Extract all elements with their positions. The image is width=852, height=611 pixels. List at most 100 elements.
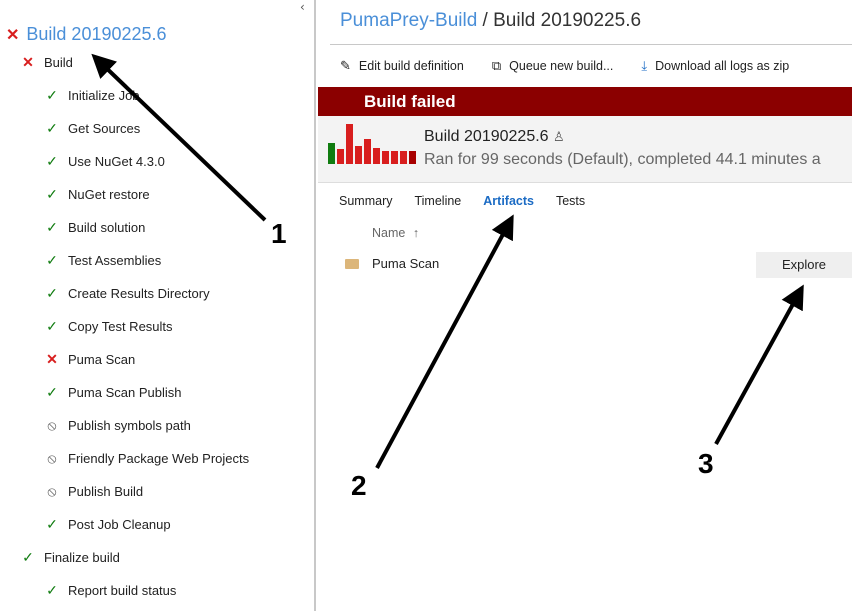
history-bar[interactable]	[373, 148, 380, 164]
tree-node[interactable]: ✓ Initialize Job	[44, 87, 140, 104]
tree-node[interactable]: ✓ Post Job Cleanup	[44, 516, 171, 533]
failed-icon: ✕	[46, 351, 58, 367]
check-icon: ✓	[46, 186, 58, 202]
tree-node[interactable]: ✓ Copy Test Results	[44, 318, 173, 335]
build-summary-header: Build 20190225.6 ♙ Ran for 99 seconds (D…	[318, 116, 852, 183]
tree-node-label: Copy Test Results	[68, 319, 173, 334]
collapse-panel-icon[interactable]: ‹	[300, 0, 305, 14]
check-icon: ✓	[46, 219, 58, 235]
history-bar[interactable]	[337, 149, 344, 164]
header-divider	[330, 44, 852, 45]
build-subtitle: Ran for 99 seconds (Default), completed …	[424, 151, 821, 168]
breadcrumb: PumaPrey-Build / Build 20190225.6	[340, 10, 641, 32]
history-bar[interactable]	[409, 151, 416, 164]
tab-summary[interactable]: Summary	[339, 194, 392, 208]
tab-tests[interactable]: Tests	[556, 194, 585, 208]
build-tree-panel: ‹ ✕ Build 20190225.6 ✕ Build ✓ Initialize J…	[0, 0, 316, 611]
queue-new-build-button[interactable]: ⧉ Queue new build...	[492, 58, 614, 74]
tab-bar: Summary Timeline Artifacts Tests	[339, 194, 607, 208]
tab-timeline[interactable]: Timeline	[414, 194, 461, 208]
history-bar[interactable]	[346, 124, 353, 164]
sort-ascending-icon: ↑	[412, 226, 420, 240]
artifact-name: Puma Scan	[372, 256, 440, 271]
tree-node-label: Publish Build	[68, 484, 144, 499]
tree-node-label: Publish symbols path	[68, 418, 191, 433]
tree-root-label: Build 20190225.6	[26, 24, 167, 44]
check-icon: ✓	[46, 516, 58, 532]
skipped-icon: ⦸	[47, 417, 57, 433]
queue-icon: ⧉	[491, 58, 502, 73]
history-bar[interactable]	[328, 143, 335, 164]
tree-node[interactable]: ✕ Build	[20, 54, 73, 71]
folder-icon	[345, 258, 359, 269]
column-header-name[interactable]: Name ↑	[372, 226, 419, 240]
tree-node-label: Puma Scan	[68, 352, 136, 367]
skipped-icon: ⦸	[47, 483, 57, 499]
download-label: Download all logs as zip	[655, 59, 790, 73]
artifact-row[interactable]: Puma Scan	[345, 256, 439, 271]
annotation-number-3: 3	[698, 448, 714, 479]
check-icon: ✓	[46, 87, 58, 103]
tree-node-label: Get Sources	[68, 121, 141, 136]
tree-node[interactable]: ✓ Use NuGet 4.3.0	[44, 153, 165, 170]
check-icon: ✓	[22, 549, 34, 565]
tree-node-label: NuGet restore	[68, 187, 150, 202]
breadcrumb-definition-link[interactable]: PumaPrey-Build	[340, 10, 477, 31]
tree-node-label: Report build status	[68, 583, 177, 598]
tree-node[interactable]: ✓ Create Results Directory	[44, 285, 210, 302]
history-bar[interactable]	[382, 151, 389, 164]
edit-build-definition-button[interactable]: ✎ Edit build definition	[340, 58, 464, 74]
skipped-icon: ⦸	[47, 450, 57, 466]
tree-node-label: Post Job Cleanup	[68, 517, 171, 532]
check-icon: ✓	[46, 120, 58, 136]
tree-node[interactable]: ✓ Build solution	[44, 219, 145, 236]
tree-node-label: Create Results Directory	[68, 286, 210, 301]
explore-button[interactable]: Explore	[756, 252, 852, 278]
check-icon: ✓	[46, 384, 58, 400]
queue-label: Queue new build...	[509, 59, 614, 73]
build-title: Build 20190225.6 ♙	[424, 128, 565, 146]
toolbar: ✎ Edit build definition ⧉ Queue new buil…	[340, 58, 817, 74]
breadcrumb-separator: /	[477, 10, 494, 31]
tree-node[interactable]: ⦸ Publish symbols path	[44, 417, 191, 434]
build-status-banner: Build failed	[318, 87, 852, 116]
history-bar[interactable]	[355, 146, 362, 164]
history-bar[interactable]	[364, 139, 371, 164]
build-number: Build 20190225.6	[424, 128, 549, 145]
tree-node[interactable]: ✓ Test Assemblies	[44, 252, 161, 269]
tree-node[interactable]: ⦸ Publish Build	[44, 483, 143, 500]
download-logs-button[interactable]: ⤓ Download all logs as zip	[641, 58, 789, 74]
tree-node[interactable]: ✓ Report build status	[44, 582, 176, 599]
annotation-number-1: 1	[271, 218, 287, 249]
failed-icon: ✕	[22, 54, 34, 70]
tree-node[interactable]: ✓ Finalize build	[20, 549, 120, 566]
failed-icon: ✕	[6, 26, 20, 44]
breadcrumb-current: Build 20190225.6	[493, 10, 642, 31]
tree-node-label: Initialize Job	[68, 88, 140, 103]
tree-root-build[interactable]: ✕ Build 20190225.6	[6, 24, 167, 45]
check-icon: ✓	[46, 153, 58, 169]
tree-node[interactable]: ✓ Puma Scan Publish	[44, 384, 181, 401]
tree-node-label: Test Assemblies	[68, 253, 162, 268]
check-icon: ✓	[46, 285, 58, 301]
tree-node[interactable]: ✓ Get Sources	[44, 120, 140, 137]
tree-node-label: Friendly Package Web Projects	[68, 451, 250, 466]
history-bar[interactable]	[391, 151, 398, 164]
check-icon: ✓	[46, 318, 58, 334]
annotation-number-2: 2	[351, 470, 367, 501]
pencil-icon: ✎	[340, 58, 351, 73]
tree-node-label: Puma Scan Publish	[68, 385, 182, 400]
tree-node[interactable]: ✕ Puma Scan	[44, 351, 135, 368]
build-history-chart[interactable]	[328, 124, 418, 164]
check-icon: ✓	[46, 252, 58, 268]
person-icon: ♙	[553, 129, 565, 144]
tree-node-label: Build	[44, 55, 73, 70]
tree-node[interactable]: ✓ NuGet restore	[44, 186, 150, 203]
download-icon: ⤓	[641, 58, 648, 73]
tree-node-label: Finalize build	[44, 550, 120, 565]
history-bar[interactable]	[400, 151, 407, 164]
check-icon: ✓	[46, 582, 58, 598]
tree-node[interactable]: ⦸ Friendly Package Web Projects	[44, 450, 249, 467]
tree-node-label: Use NuGet 4.3.0	[68, 154, 165, 169]
tab-artifacts[interactable]: Artifacts	[483, 194, 534, 208]
